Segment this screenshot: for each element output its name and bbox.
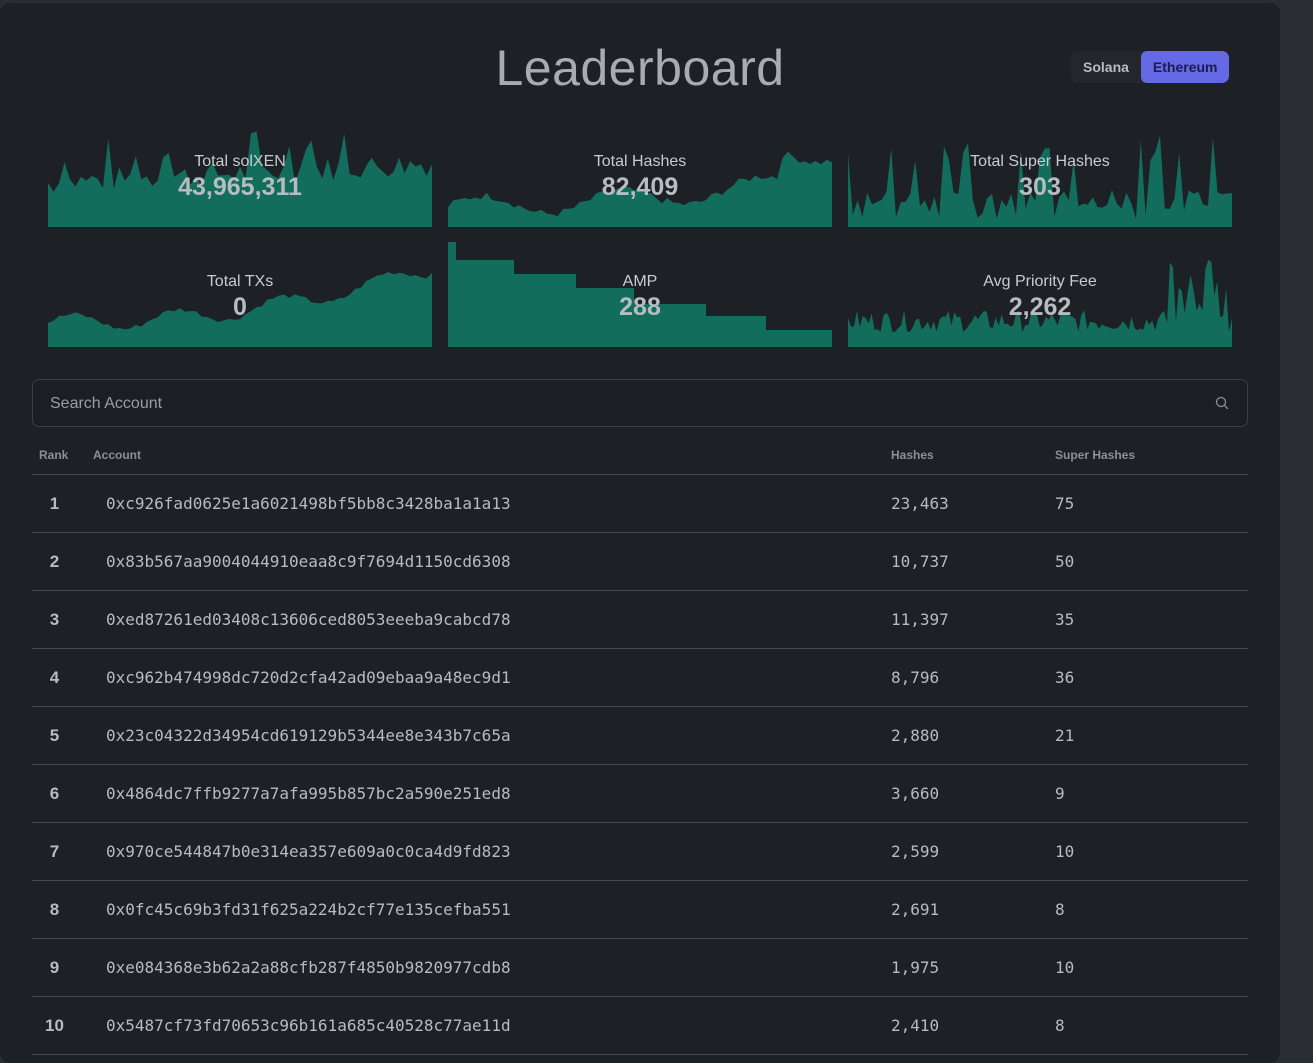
table-row[interactable]: 10 0x5487cf73fd70653c96b161a685c40528c77a… xyxy=(32,996,1248,1055)
super-hashes-cell: 10 xyxy=(1055,822,1248,881)
stat-value: 82,409 xyxy=(601,173,679,201)
table-row[interactable]: 1 0xc926fad0625e1a6021498bf5bb8c3428ba1a1… xyxy=(32,474,1248,533)
search-box xyxy=(32,379,1248,428)
hashes-cell: 2,691 xyxy=(891,880,1055,939)
column-header-account[interactable]: Account xyxy=(77,435,891,475)
table-row[interactable]: 4 0xc962b474998dc720d2cfa42ad09ebaa9a48ec… xyxy=(32,648,1248,707)
hashes-cell: 23,463 xyxy=(891,474,1055,533)
hashes-cell: 1,975 xyxy=(891,938,1055,997)
stat-value: 288 xyxy=(619,293,661,321)
rank-cell: 9 xyxy=(32,938,77,997)
stat-card-avg-priority-fee: Avg Priority Fee 2,262 xyxy=(848,240,1232,347)
stat-value: 0 xyxy=(233,293,247,321)
column-header-rank[interactable]: Rank xyxy=(32,435,77,475)
search-input[interactable] xyxy=(48,380,1202,428)
account-cell[interactable]: 0xc962b474998dc720d2cfa42ad09ebaa9a48ec9… xyxy=(77,648,891,707)
rank-cell: 6 xyxy=(32,764,77,823)
account-cell[interactable]: 0x0fc45c69b3fd31f625a224b2cf77e135cefba5… xyxy=(77,880,891,939)
rank-cell: 8 xyxy=(32,880,77,939)
account-cell[interactable]: 0x23c04322d34954cd619129b5344ee8e343b7c6… xyxy=(77,706,891,765)
column-header-hashes[interactable]: Hashes xyxy=(891,435,1055,475)
super-hashes-cell: 35 xyxy=(1055,590,1248,649)
chain-toggle: Solana Ethereum xyxy=(1071,51,1230,83)
column-header-super-hashes[interactable]: Super Hashes xyxy=(1055,435,1248,475)
table-row[interactable]: 2 0x83b567aa9004044910eaa8c9f7694d1150cd6… xyxy=(32,532,1248,591)
super-hashes-cell: 21 xyxy=(1055,706,1248,765)
account-cell[interactable]: 0xe084368e3b62a2a88cfb287f4850b9820977cd… xyxy=(77,938,891,997)
stat-card-total-solxen: Total solXEN 43,965,311 xyxy=(48,120,432,227)
rank-cell: 7 xyxy=(32,822,77,881)
table-row[interactable]: 8 0x0fc45c69b3fd31f625a224b2cf77e135cefba… xyxy=(32,880,1248,939)
stat-card-total-txs: Total TXs 0 xyxy=(48,240,432,347)
table-row[interactable]: 7 0x970ce544847b0e314ea357e609a0c0ca4d9fd… xyxy=(32,822,1248,881)
stat-card-amp: AMP 288 xyxy=(448,240,832,347)
rank-cell: 4 xyxy=(32,648,77,707)
hashes-cell: 2,410 xyxy=(891,996,1055,1055)
table-row[interactable]: 6 0x4864dc7ffb9277a7afa995b857bc2a590e251… xyxy=(32,764,1248,823)
rank-cell: 10 xyxy=(32,996,77,1055)
stat-label: Total Super Hashes xyxy=(970,153,1110,170)
super-hashes-cell: 36 xyxy=(1055,648,1248,707)
account-cell[interactable]: 0x970ce544847b0e314ea357e609a0c0ca4d9fd8… xyxy=(77,822,891,881)
rank-cell: 5 xyxy=(32,706,77,765)
chain-solana-button[interactable]: Solana xyxy=(1071,51,1141,83)
stat-card-total-hashes: Total Hashes 82,409 xyxy=(448,120,832,227)
stat-value: 2,262 xyxy=(1008,293,1072,321)
hashes-cell: 2,599 xyxy=(891,822,1055,881)
stat-card-total-super-hashes: Total Super Hashes 303 xyxy=(848,120,1232,227)
hashes-cell: 2,880 xyxy=(891,706,1055,765)
stat-label: Total TXs xyxy=(206,273,274,290)
rank-cell: 3 xyxy=(32,590,77,649)
search-icon[interactable] xyxy=(1215,396,1229,410)
account-cell[interactable]: 0xc926fad0625e1a6021498bf5bb8c3428ba1a1a… xyxy=(77,474,891,533)
stats-grid: Total solXEN 43,965,311 Total Hashes 82,… xyxy=(48,120,1232,347)
stat-value: 43,965,311 xyxy=(178,173,302,201)
stat-label: AMP xyxy=(622,273,658,290)
super-hashes-cell: 10 xyxy=(1055,938,1248,997)
account-cell[interactable]: 0x4864dc7ffb9277a7afa995b857bc2a590e251e… xyxy=(77,764,891,823)
account-cell[interactable]: 0xed87261ed03408c13606ced8053eeeba9cabcd… xyxy=(77,590,891,649)
stat-value: 303 xyxy=(1019,173,1061,201)
table-row[interactable]: 3 0xed87261ed03408c13606ced8053eeeba9cabc… xyxy=(32,590,1248,649)
chain-ethereum-button[interactable]: Ethereum xyxy=(1140,51,1230,83)
leaderboard-table: Rank Account Hashes Super Hashes 1 0xc926… xyxy=(32,435,1248,1055)
super-hashes-cell: 9 xyxy=(1055,764,1248,823)
rank-cell: 1 xyxy=(32,474,77,533)
rank-cell: 2 xyxy=(32,532,77,591)
table-row[interactable]: 5 0x23c04322d34954cd619129b5344ee8e343b7c… xyxy=(32,706,1248,765)
super-hashes-cell: 8 xyxy=(1055,880,1248,939)
table-row[interactable]: 9 0xe084368e3b62a2a88cfb287f4850b9820977c… xyxy=(32,938,1248,997)
hashes-cell: 11,397 xyxy=(891,590,1055,649)
stat-label: Avg Priority Fee xyxy=(983,273,1097,290)
account-cell[interactable]: 0x83b567aa9004044910eaa8c9f7694d1150cd63… xyxy=(77,532,891,591)
super-hashes-cell: 8 xyxy=(1055,996,1248,1055)
stat-label: Total Hashes xyxy=(593,153,687,170)
hashes-cell: 8,796 xyxy=(891,648,1055,707)
hashes-cell: 10,737 xyxy=(891,532,1055,591)
hashes-cell: 3,660 xyxy=(891,764,1055,823)
leaderboard-panel: Leaderboard Solana Ethereum Total solXEN… xyxy=(0,3,1280,1063)
account-cell[interactable]: 0x5487cf73fd70653c96b161a685c40528c77ae1… xyxy=(77,996,891,1055)
super-hashes-cell: 50 xyxy=(1055,532,1248,591)
stat-label: Total solXEN xyxy=(194,153,286,170)
super-hashes-cell: 75 xyxy=(1055,474,1248,533)
table-header-row: Rank Account Hashes Super Hashes xyxy=(32,435,1248,475)
